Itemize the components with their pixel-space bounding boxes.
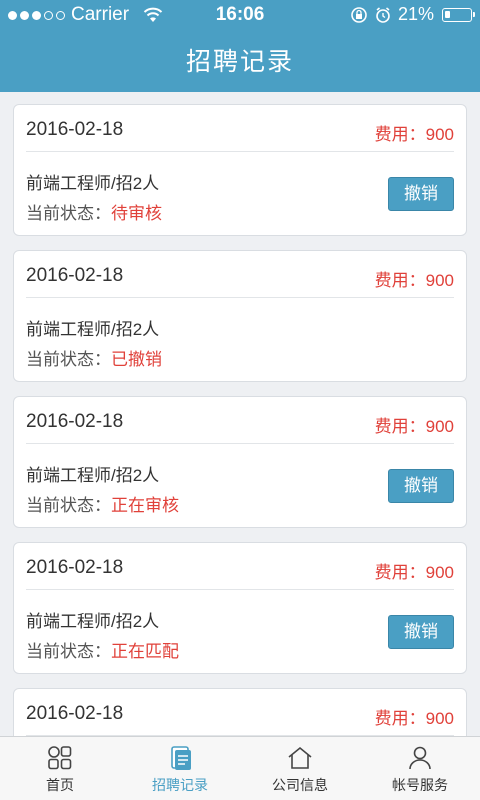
record-status: 当前状态：待审核	[26, 199, 162, 224]
record-list[interactable]: 2016-02-18 费用：900 前端工程师/招2人 当前状态：待审核 撤销 2016-…	[0, 92, 480, 736]
battery-percent: 21%	[397, 4, 434, 24]
status-value: 已撤销	[111, 350, 162, 369]
card-divider	[26, 589, 454, 590]
rotation-lock-icon	[351, 6, 367, 23]
user-icon	[407, 745, 433, 771]
record-card[interactable]: 2016-02-18 费用：900 前端工程师/招2人 当前状态：正在匹配 撤销	[13, 542, 467, 674]
record-date: 2016-02-18	[26, 265, 124, 286]
status-value: 待审核	[111, 204, 162, 223]
home-grid-icon	[47, 745, 73, 771]
cancel-button[interactable]: 撤销	[388, 615, 454, 649]
record-card[interactable]: 2016-02-18 费用：900 前端工程师/招2人 当前状态：正在审核 撤销	[13, 396, 467, 528]
app-header: Carrier 16:06 21% 招聘记录	[0, 0, 480, 92]
record-fee: 费用：900	[374, 563, 454, 582]
record-fee: 费用：900	[374, 709, 454, 728]
tab-label: 首页	[46, 777, 74, 793]
tab-item[interactable]: 招聘记录	[120, 737, 240, 800]
record-date: 2016-02-18	[26, 411, 124, 432]
tab-label: 招聘记录	[152, 777, 208, 793]
battery-icon	[442, 7, 475, 22]
status-label: 当前状态：	[26, 496, 111, 515]
record-card[interactable]: 2016-02-18 费用：900 前端工程师/招2人 当前状态：已撤销	[13, 250, 467, 382]
card-divider	[26, 443, 454, 444]
record-date: 2016-02-18	[26, 703, 124, 724]
tab-label: 公司信息	[272, 777, 328, 793]
status-value: 正在审核	[111, 496, 179, 515]
tab-item[interactable]: 首页	[0, 737, 120, 800]
status-right: 21%	[350, 4, 475, 25]
tab-item[interactable]: 帐号服务	[360, 737, 480, 800]
card-divider	[26, 151, 454, 152]
record-card[interactable]: 2016-02-18 费用：900	[13, 688, 467, 736]
record-date: 2016-02-18	[26, 119, 124, 140]
record-card[interactable]: 2016-02-18 费用：900 前端工程师/招2人 当前状态：待审核 撤销	[13, 104, 467, 236]
record-status: 当前状态：已撤销	[26, 345, 162, 370]
record-job: 前端工程师/招2人	[26, 612, 160, 631]
record-job: 前端工程师/招2人	[26, 320, 160, 339]
status-value: 正在匹配	[111, 642, 179, 661]
record-job: 前端工程师/招2人	[26, 466, 160, 485]
record-fee: 费用：900	[374, 125, 454, 144]
tab-label: 帐号服务	[392, 777, 448, 793]
house-icon	[287, 745, 313, 771]
page-title: 招聘记录	[185, 48, 294, 76]
cancel-button[interactable]: 撤销	[388, 177, 454, 211]
record-date: 2016-02-18	[26, 557, 124, 578]
tab-bar: 首页 招聘记录 公司信息 帐号服务	[0, 736, 480, 800]
status-bar: Carrier 16:06 21%	[0, 0, 480, 30]
cancel-button[interactable]: 撤销	[388, 469, 454, 503]
tab-item[interactable]: 公司信息	[240, 737, 360, 800]
status-label: 当前状态：	[26, 642, 111, 661]
status-label: 当前状态：	[26, 204, 111, 223]
record-job: 前端工程师/招2人	[26, 174, 160, 193]
document-icon	[167, 745, 193, 771]
record-fee: 费用：900	[374, 417, 454, 436]
card-divider	[26, 297, 454, 298]
record-status: 当前状态：正在审核	[26, 491, 179, 516]
record-status: 当前状态：正在匹配	[26, 637, 179, 662]
alarm-icon	[376, 6, 390, 23]
status-label: 当前状态：	[26, 350, 111, 369]
record-fee: 费用：900	[374, 271, 454, 290]
